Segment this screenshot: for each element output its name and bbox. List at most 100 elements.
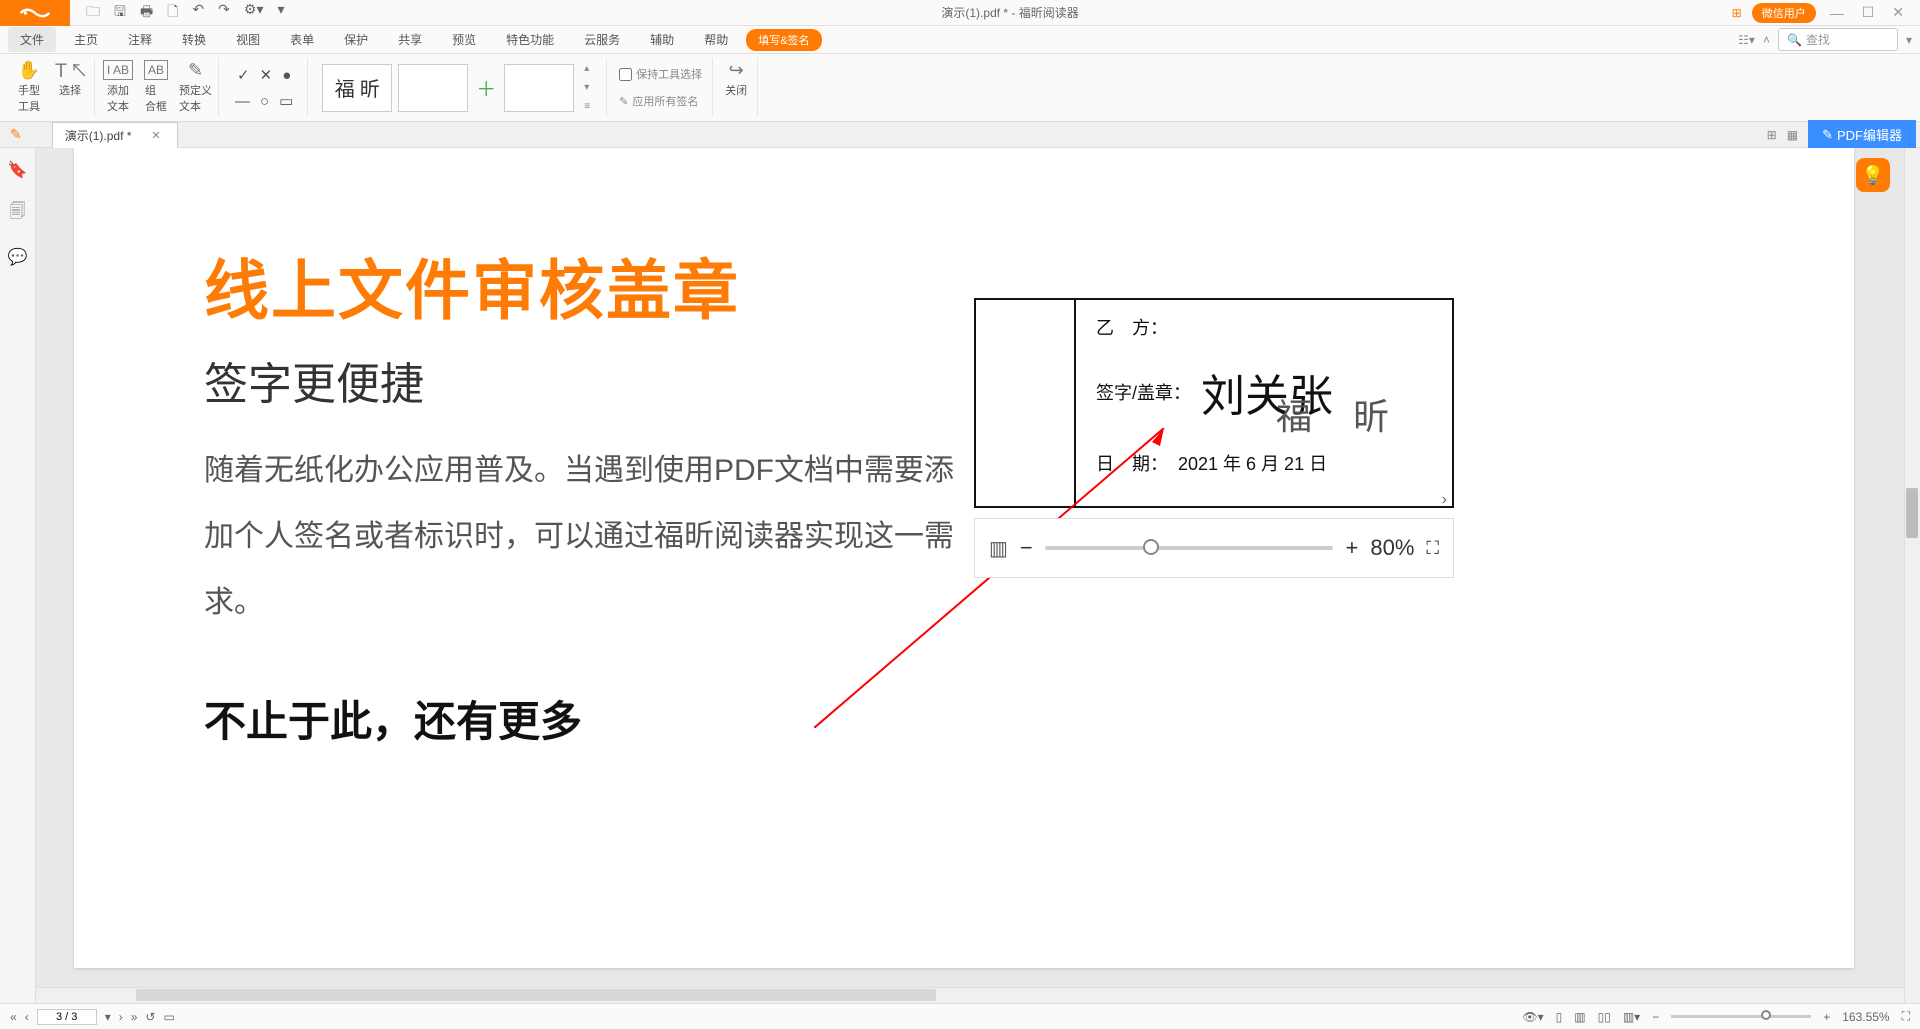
overflow-icon[interactable]: ▾ bbox=[277, 1, 284, 25]
sig-more-icon[interactable]: ≡ bbox=[584, 101, 590, 112]
pdf-editor-button[interactable]: ✎ PDF编辑器 bbox=[1808, 120, 1916, 149]
search-input[interactable]: 🔍 查找 bbox=[1778, 28, 1898, 51]
menu-home[interactable]: 主页 bbox=[62, 27, 110, 52]
gift-icon[interactable]: ⊞ bbox=[1732, 6, 1742, 20]
comments-panel-icon[interactable]: 💬 bbox=[8, 247, 28, 267]
quick-access-toolbar: 🗀 🖫 🖶 🗋 ↶ ↷ ⚙▾ ▾ bbox=[70, 1, 301, 25]
page-dropdown-icon[interactable]: ▾ bbox=[105, 1010, 111, 1024]
menu-form[interactable]: 表单 bbox=[278, 27, 326, 52]
single-page-icon[interactable]: ▯ bbox=[1556, 1010, 1563, 1024]
signature-slot-1[interactable] bbox=[398, 64, 468, 112]
page-number-input[interactable] bbox=[37, 1009, 97, 1025]
user-badge[interactable]: 微信用户 bbox=[1752, 3, 1816, 23]
form-party-label: 乙 方： bbox=[1096, 314, 1168, 340]
combo-button[interactable]: AB组 合框 bbox=[141, 60, 171, 114]
apply-all-checkbox[interactable]: ✎应用所有签名 bbox=[619, 91, 698, 111]
minimize-button[interactable]: — bbox=[1826, 5, 1848, 21]
inner-zoom-slider[interactable] bbox=[1045, 546, 1334, 550]
signature-form-box: 乙 方： 签字/盖章： 刘关张 福 昕 日 期： 2021 年 6 月 21 日 bbox=[974, 298, 1454, 508]
menu-view[interactable]: 视图 bbox=[224, 27, 272, 52]
menu-cloud[interactable]: 云服务 bbox=[572, 27, 632, 52]
shape-row-2: — ○ ▭ bbox=[231, 88, 297, 114]
sig-up-icon[interactable]: ▴ bbox=[584, 63, 590, 74]
hand-tool-button[interactable]: ✋手型 工具 bbox=[14, 60, 44, 114]
tips-button[interactable]: 💡 bbox=[1856, 158, 1890, 192]
document-tab[interactable]: 演示(1).pdf * ✕ bbox=[52, 122, 178, 148]
redo-icon[interactable]: ↷ bbox=[218, 1, 230, 25]
reflow-icon[interactable]: ↺ bbox=[145, 1010, 155, 1024]
more-icon[interactable]: ⚙▾ bbox=[244, 1, 264, 25]
reading-mode-icon[interactable]: ▭ bbox=[163, 1010, 174, 1024]
menu-help[interactable]: 帮助 bbox=[692, 27, 740, 52]
fullscreen-icon[interactable]: ⛶ bbox=[1426, 538, 1439, 559]
draw-tool-icon[interactable]: ✎ bbox=[10, 126, 22, 143]
menu-assist[interactable]: 辅助 bbox=[638, 27, 686, 52]
scroll-right-icon[interactable]: › bbox=[1442, 491, 1447, 509]
maximize-button[interactable]: ☐ bbox=[1858, 4, 1879, 21]
page-body-text: 随着无纸化办公应用普及。当遇到使用PDF文档中需要添加个人签名或者标识时，可以通… bbox=[204, 438, 964, 636]
status-zoom-in-icon[interactable]: + bbox=[1823, 1010, 1830, 1024]
status-zoom-value: 163.55% bbox=[1842, 1010, 1889, 1024]
menu-protect[interactable]: 保护 bbox=[332, 27, 380, 52]
status-zoom-slider[interactable] bbox=[1671, 1015, 1811, 1018]
next-page-icon[interactable]: › bbox=[119, 1010, 123, 1024]
first-page-icon[interactable]: « bbox=[10, 1010, 17, 1024]
prev-page-icon[interactable]: ‹ bbox=[25, 1010, 29, 1024]
open-icon[interactable]: 🗀 bbox=[86, 1, 100, 25]
bookmark-panel-icon[interactable]: 🔖 bbox=[8, 160, 28, 180]
text-icon: I AB bbox=[103, 60, 133, 80]
print-icon[interactable]: 🖶 bbox=[140, 1, 153, 25]
line-icon[interactable]: — bbox=[235, 93, 250, 110]
tab-close-icon[interactable]: ✕ bbox=[151, 129, 160, 142]
new-icon[interactable]: 🗋 bbox=[167, 1, 178, 25]
zoom-in-icon[interactable]: + bbox=[1345, 535, 1358, 561]
cursor-icon: Ｔ↖ bbox=[52, 60, 88, 80]
undo-icon[interactable]: ↶ bbox=[192, 1, 204, 25]
close-button[interactable]: ✕ bbox=[1888, 4, 1908, 21]
page-more-heading: 不止于此，还有更多 bbox=[204, 688, 582, 749]
menu-share[interactable]: 共享 bbox=[386, 27, 434, 52]
last-page-icon[interactable]: » bbox=[131, 1010, 138, 1024]
menu-convert[interactable]: 转换 bbox=[170, 27, 218, 52]
thumbnails-icon[interactable]: ▥ bbox=[989, 536, 1008, 561]
zoom-out-icon[interactable]: − bbox=[1020, 535, 1033, 561]
add-text-button[interactable]: I AB添加 文本 bbox=[103, 60, 133, 114]
signature-preset[interactable]: 福 昕 bbox=[322, 64, 392, 112]
menu-options-icon[interactable]: ☷▾ bbox=[1738, 33, 1755, 47]
predef-text-button[interactable]: ✎预定义 文本 bbox=[179, 60, 212, 114]
layout-icon[interactable]: ▦ bbox=[1787, 128, 1798, 142]
dot-icon[interactable]: ● bbox=[282, 67, 291, 84]
grid-view-icon[interactable]: ⊞ bbox=[1767, 128, 1777, 142]
view-mode-icon[interactable]: 👁▾ bbox=[1522, 1010, 1543, 1024]
app-logo[interactable] bbox=[0, 0, 70, 26]
search-dropdown-icon[interactable]: ▾ bbox=[1906, 33, 1912, 47]
pages-panel-icon[interactable]: 🗐 bbox=[10, 200, 26, 227]
cont-facing-icon[interactable]: ▥▾ bbox=[1623, 1010, 1640, 1024]
status-zoom-out-icon[interactable]: − bbox=[1652, 1010, 1659, 1024]
collapse-ribbon-icon[interactable]: ˄ bbox=[1763, 33, 1770, 47]
menu-fill-sign[interactable]: 填写&签名 bbox=[746, 29, 821, 51]
horizontal-scrollbar[interactable] bbox=[36, 987, 1904, 1003]
add-signature-button[interactable]: ＋ bbox=[474, 64, 498, 112]
close-panel-button[interactable]: ↪关闭 bbox=[721, 60, 751, 98]
tab-title: 演示(1).pdf * bbox=[65, 127, 132, 144]
fit-page-icon[interactable]: ⛶ bbox=[1902, 1009, 1910, 1024]
menu-comment[interactable]: 注释 bbox=[116, 27, 164, 52]
sig-down-icon[interactable]: ▾ bbox=[584, 82, 590, 93]
check-icon[interactable]: ✓ bbox=[237, 66, 250, 84]
rect-icon[interactable]: ▭ bbox=[279, 92, 293, 110]
signature-slot-2[interactable] bbox=[504, 64, 574, 112]
x-icon[interactable]: ✕ bbox=[260, 66, 273, 84]
menu-preview[interactable]: 预览 bbox=[440, 27, 488, 52]
search-icon: 🔍 bbox=[1787, 33, 1802, 47]
menu-feature[interactable]: 特色功能 bbox=[494, 27, 566, 52]
vertical-scrollbar[interactable] bbox=[1904, 148, 1920, 1003]
save-icon[interactable]: 🖫 bbox=[114, 1, 126, 25]
keep-tool-checkbox[interactable]: 保持工具选择 bbox=[619, 64, 702, 84]
menu-file[interactable]: 文件 bbox=[8, 27, 56, 52]
select-tool-button[interactable]: Ｔ↖选择 bbox=[52, 60, 88, 98]
facing-icon[interactable]: ▯▯ bbox=[1598, 1010, 1611, 1024]
circle-icon[interactable]: ○ bbox=[260, 93, 269, 110]
document-viewport[interactable]: 线上文件审核盖章 签字更便捷 随着无纸化办公应用普及。当遇到使用PDF文档中需要… bbox=[36, 148, 1920, 1003]
continuous-icon[interactable]: ▥ bbox=[1574, 1010, 1585, 1024]
